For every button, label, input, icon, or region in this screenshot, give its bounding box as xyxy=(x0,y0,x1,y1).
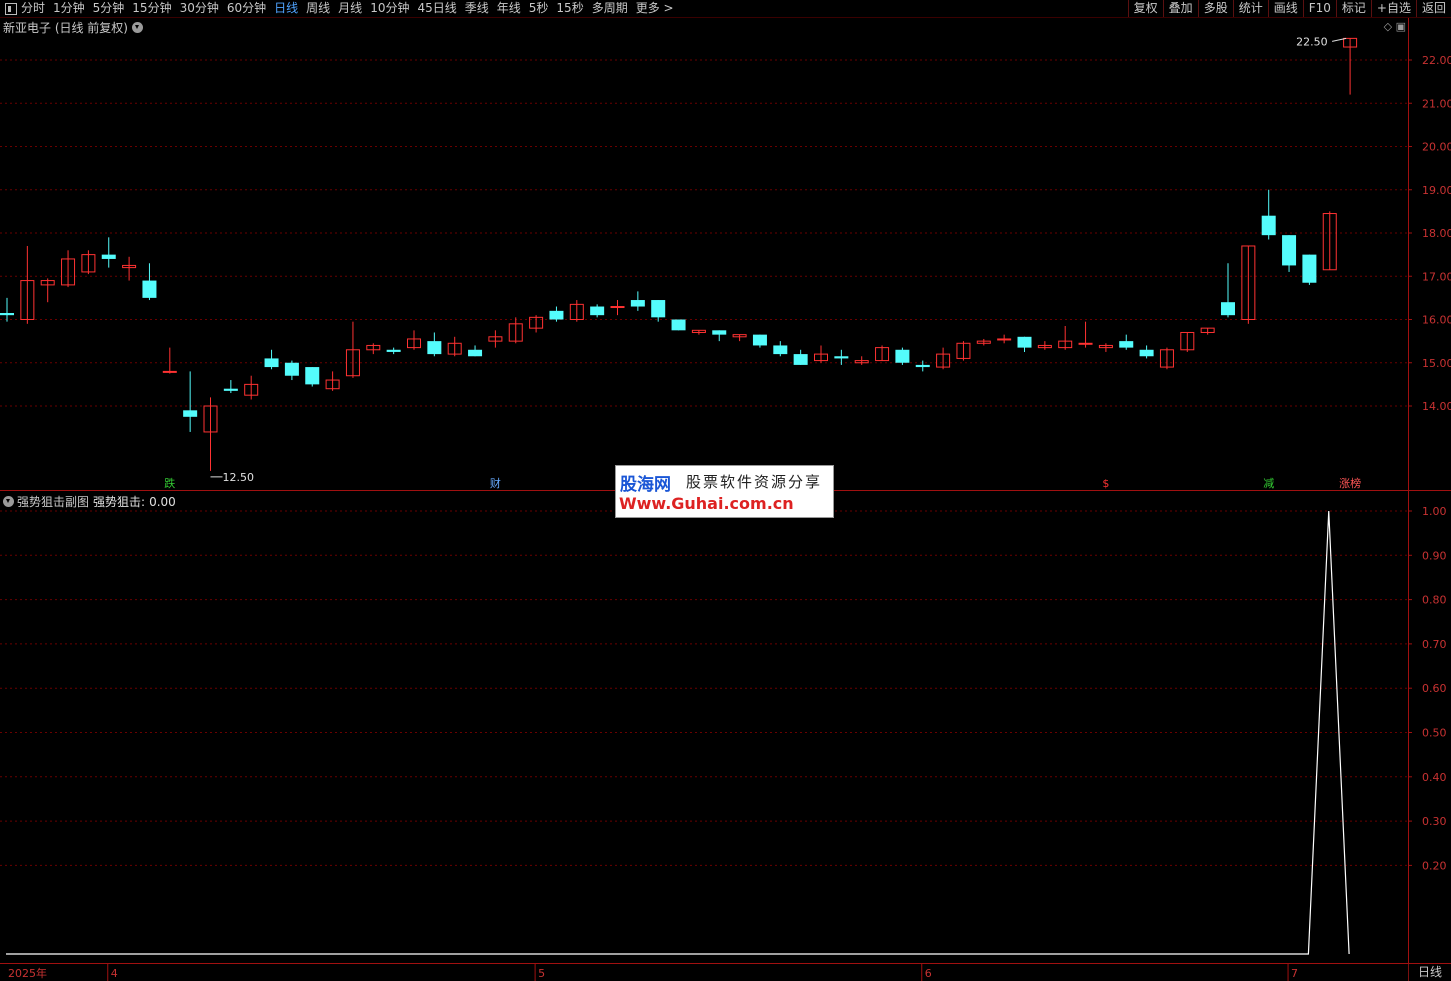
sub-axis-label: 0.70 xyxy=(1422,638,1447,651)
candle-body xyxy=(305,367,320,385)
date-label: 4 xyxy=(111,967,118,980)
candle-body xyxy=(1282,235,1297,266)
candle-body xyxy=(590,306,605,316)
indicator-label: 强势狙击: xyxy=(93,495,146,509)
candle-body xyxy=(752,334,767,346)
price-axis-label: 20.00 xyxy=(1422,141,1451,154)
candle-body xyxy=(386,349,401,352)
sub-axis-label: 0.90 xyxy=(1422,549,1447,562)
candle-body xyxy=(284,362,299,376)
candle-body xyxy=(162,370,177,373)
watermark-brand: 股海网 xyxy=(620,475,671,495)
candle-body xyxy=(630,300,645,307)
candle-body xyxy=(1261,215,1276,236)
price-axis-label: 14.00 xyxy=(1422,400,1451,413)
candle-body xyxy=(671,319,686,331)
dropdown-icon[interactable] xyxy=(132,22,143,33)
watermark-tagline: 股票软件资源分享 xyxy=(686,473,823,491)
subchart-title[interactable]: 强势狙击副图 强势狙击: 0.00 xyxy=(3,493,176,510)
candle-body xyxy=(895,349,910,363)
event-marker: $ xyxy=(1102,477,1109,490)
candle-body xyxy=(427,341,442,355)
chart-control-icons[interactable]: ◇ ▣ xyxy=(1384,20,1406,33)
sub-axis-label: 0.30 xyxy=(1422,815,1447,828)
candle-body xyxy=(0,313,14,316)
candle-body xyxy=(793,354,808,365)
price-axis-label: 17.00 xyxy=(1422,270,1451,283)
sub-axis-label: 0.60 xyxy=(1422,682,1447,695)
low-price-label: 12.50 xyxy=(223,471,255,484)
close-square-icon[interactable]: ▣ xyxy=(1396,20,1406,33)
event-marker: 减 xyxy=(1263,477,1274,490)
date-label: 6 xyxy=(925,967,932,980)
candle-body xyxy=(712,330,727,335)
candle-body xyxy=(1017,336,1032,348)
candle-body xyxy=(915,364,930,368)
event-marker: 涨榜 xyxy=(1339,476,1361,490)
sub-axis-label: 0.20 xyxy=(1422,859,1447,872)
candle-body xyxy=(1221,302,1235,316)
diamond-icon[interactable]: ◇ xyxy=(1384,20,1392,33)
indicator-line xyxy=(6,510,1350,955)
date-label: 2025年 xyxy=(8,966,47,980)
price-axis-label: 19.00 xyxy=(1422,184,1451,197)
subchart-title-text: 强势狙击副图 xyxy=(17,495,90,509)
price-axis-label: 18.00 xyxy=(1422,227,1451,240)
candle-body xyxy=(183,410,198,417)
candle-body xyxy=(264,358,279,368)
dropdown-icon[interactable] xyxy=(3,496,14,507)
candle-body xyxy=(223,388,238,391)
indicator-value: 0.00 xyxy=(149,494,176,509)
watermark-url: Www.Guhai.com.cn xyxy=(619,494,794,513)
candle-body xyxy=(997,338,1012,341)
sub-axis-label: 1.00 xyxy=(1422,505,1447,518)
candle-body xyxy=(610,306,625,309)
bottom-period-tab[interactable]: 日线 xyxy=(1408,964,1451,981)
candle-body xyxy=(468,349,483,357)
candle-body xyxy=(1302,254,1317,283)
candle-body xyxy=(549,310,564,320)
date-label: 7 xyxy=(1291,967,1298,980)
candle-body xyxy=(142,280,157,298)
stock-title[interactable]: 新亚电子 (日线 前复权) xyxy=(3,19,143,36)
watermark-banner: 股海网 股票软件资源分享 Www.Guhai.com.cn xyxy=(615,465,834,518)
price-axis-label: 15.00 xyxy=(1422,357,1451,370)
sub-axis-label: 0.80 xyxy=(1422,594,1447,607)
price-axis-label: 21.00 xyxy=(1422,97,1451,110)
event-marker: 跌 xyxy=(164,476,175,490)
candle-body xyxy=(1078,342,1093,345)
candle-body xyxy=(101,254,116,259)
date-label: 5 xyxy=(538,967,545,980)
candle-body xyxy=(651,300,666,318)
price-axis-label: 22.00 xyxy=(1422,54,1451,67)
candle-body xyxy=(1119,341,1134,348)
candle-body xyxy=(1139,349,1154,357)
sub-axis-label: 0.50 xyxy=(1422,727,1447,740)
event-marker: 财 xyxy=(490,476,501,490)
sub-axis-label: 0.40 xyxy=(1422,771,1447,784)
price-axis-label: 16.00 xyxy=(1422,314,1451,327)
candle-body xyxy=(834,356,849,359)
candle-body xyxy=(773,345,788,355)
high-price-label: 22.50 xyxy=(1296,35,1328,48)
stock-title-text: 新亚电子 (日线 前复权) xyxy=(3,21,128,35)
